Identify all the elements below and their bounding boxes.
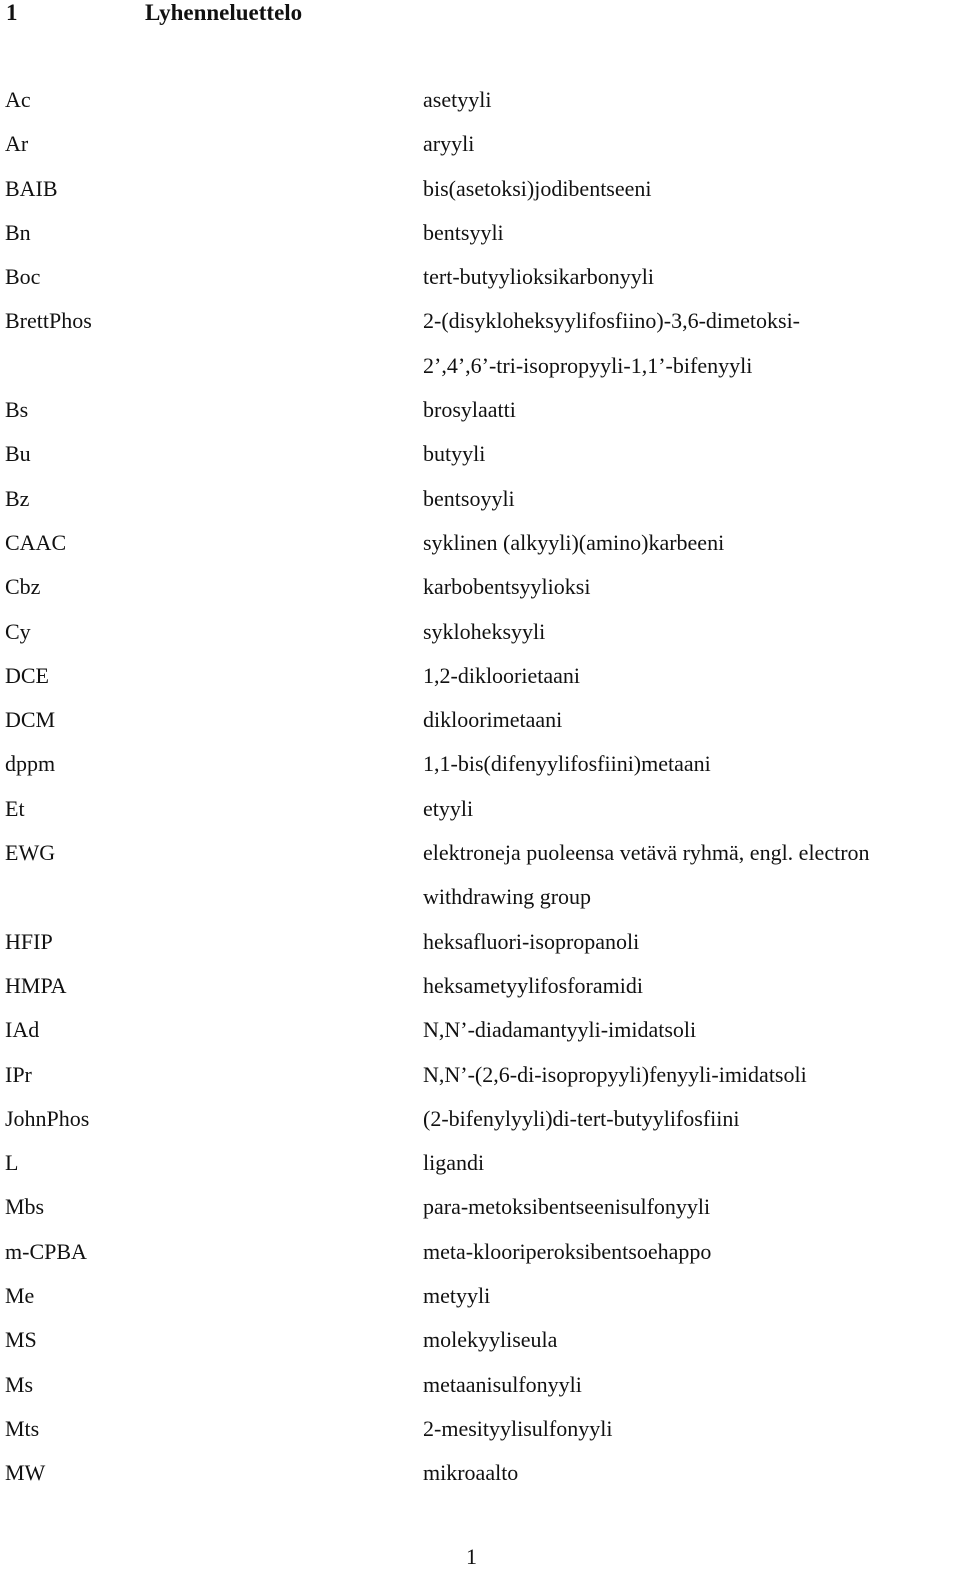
abbreviation-term: Me xyxy=(5,1283,35,1309)
abbreviation-row: IAd N,N’-diadamantyyli-imidatsoli xyxy=(0,1016,960,1060)
abbreviation-term: IAd xyxy=(5,1017,40,1043)
abbreviation-list: Ac asetyyli Ar aryyli BAIB bis(asetoksi)jodib… xyxy=(0,86,960,1504)
abbreviation-term: MS xyxy=(5,1327,37,1353)
section-title: Lyhenneluettelo xyxy=(145,0,303,25)
abbreviation-definition: molekyyliseula xyxy=(423,1327,558,1353)
abbreviation-row: EWG elektroneja puoleensa vetävä ryhmä, e… xyxy=(0,839,960,883)
abbreviation-definition: bentsoyyli xyxy=(423,485,515,511)
abbreviation-definition: bentsyyli xyxy=(423,219,504,245)
section-heading: 1 Lyhenneluettelo xyxy=(0,0,960,26)
abbreviation-term: HMPA xyxy=(5,972,67,998)
abbreviation-definition: withdrawing group xyxy=(423,884,592,910)
abbreviation-row: Ac asetyyli xyxy=(0,86,960,130)
abbreviation-row: MS molekyyliseula xyxy=(0,1326,960,1370)
abbreviation-row: Bs brosylaatti xyxy=(0,396,960,440)
abbreviation-row: JohnPhos (2-bifenylyyli)di-tert-butyylifo… xyxy=(0,1105,960,1149)
abbreviation-row: Bu butyyli xyxy=(0,440,960,484)
abbreviation-row: Boc tert-butyylioksikarbonyyli xyxy=(0,263,960,307)
abbreviation-definition: etyyli xyxy=(423,795,474,821)
abbreviation-term: Bu xyxy=(5,441,31,467)
abbreviation-term: HFIP xyxy=(5,928,53,954)
abbreviation-term: Bs xyxy=(5,397,29,423)
abbreviation-term: m-CPBA xyxy=(5,1238,87,1264)
abbreviation-row: Mts 2-mesityylisulfonyyli xyxy=(0,1415,960,1459)
abbreviation-row: DCM dikloorimetaani xyxy=(0,706,960,750)
abbreviation-row: Bz bentsoyyli xyxy=(0,485,960,529)
abbreviation-term: Mts xyxy=(5,1415,40,1441)
abbreviation-term: Mbs xyxy=(5,1194,45,1220)
abbreviation-term: Cbz xyxy=(5,574,41,600)
abbreviation-definition: metyyli xyxy=(423,1283,491,1309)
abbreviation-row: Et etyyli xyxy=(0,795,960,839)
abbreviation-definition: syklinen (alkyyli)(amino)karbeeni xyxy=(423,529,725,555)
abbreviation-definition: mikroaalto xyxy=(423,1460,519,1486)
abbreviation-term: BAIB xyxy=(5,175,58,201)
abbreviation-term: JohnPhos xyxy=(5,1105,90,1131)
abbreviation-term: Bz xyxy=(5,485,30,511)
abbreviation-definition: tert-butyylioksikarbonyyli xyxy=(423,264,654,290)
abbreviation-term: DCE xyxy=(5,662,49,688)
abbreviation-definition: bis(asetoksi)jodibentseeni xyxy=(423,175,652,201)
abbreviation-row: Cbz karbobentsyylioksi xyxy=(0,573,960,617)
abbreviation-term: Et xyxy=(5,795,25,821)
abbreviation-definition: aryyli xyxy=(423,131,475,157)
abbreviation-row: Bn bentsyyli xyxy=(0,219,960,263)
abbreviation-definition: para-metoksibentseenisulfonyyli xyxy=(423,1194,711,1220)
abbreviation-definition: N,N’-(2,6-di-isopropyyli)fenyyli-imidats… xyxy=(423,1061,807,1087)
abbreviation-term: MW xyxy=(5,1460,46,1486)
abbreviation-definition: karbobentsyylioksi xyxy=(423,574,591,600)
abbreviation-row: Mbs para-metoksibentseenisulfonyyli xyxy=(0,1193,960,1237)
abbreviation-row: dppm 1,1-bis(difenyylifosfiini)metaani xyxy=(0,750,960,794)
abbreviation-definition: metaanisulfonyyli xyxy=(423,1371,582,1397)
abbreviation-definition: 2-mesityylisulfonyyli xyxy=(423,1415,613,1441)
abbreviation-definition: butyyli xyxy=(423,441,486,467)
abbreviation-row: CAAC syklinen (alkyyli)(amino)karbeeni xyxy=(0,529,960,573)
abbreviation-definition: meta-klooriperoksibentsoehappo xyxy=(423,1238,712,1264)
abbreviation-definition: heksafluori-isopropanoli xyxy=(423,928,640,954)
abbreviation-row: Lligandi xyxy=(0,1149,960,1193)
section-number: 1 xyxy=(6,0,18,25)
abbreviation-row: Me metyyli xyxy=(0,1282,960,1326)
abbreviation-term: Boc xyxy=(5,264,41,290)
abbreviation-term: dppm xyxy=(5,751,56,777)
abbreviation-row: m-CPBA meta-klooriperoksibentsoehappo xyxy=(0,1238,960,1282)
abbreviation-term: Bn xyxy=(5,219,31,245)
abbreviation-term: Ac xyxy=(5,87,31,112)
abbreviation-definition: (2-bifenylyyli)di-tert-butyylifosfiini xyxy=(423,1105,740,1131)
abbreviation-term: BrettPhos xyxy=(5,308,92,334)
abbreviation-row: Cy sykloheksyyli xyxy=(0,618,960,662)
abbreviation-definition: sykloheksyyli xyxy=(423,618,546,644)
abbreviation-row: MW mikroaalto xyxy=(0,1459,960,1503)
abbreviation-row-continuation: withdrawing group xyxy=(0,883,960,927)
abbreviation-definition: elektroneja puoleensa vetävä ryhmä, engl… xyxy=(423,840,870,866)
abbreviation-row-continuation: 2’,4’,6’-tri-isopropyyli-1,1’-bifenyyli xyxy=(0,352,960,396)
abbreviation-term: Ar xyxy=(5,131,29,157)
page-number: 1 xyxy=(466,1544,477,1569)
abbreviation-definition: N,N’-diadamantyyli-imidatsoli xyxy=(423,1017,697,1043)
abbreviation-row: BrettPhos 2-(disykloheksyylifosfiino)-3,6… xyxy=(0,307,960,351)
abbreviation-row: Ms metaanisulfonyyli xyxy=(0,1371,960,1415)
abbreviation-term: Ms xyxy=(5,1371,34,1397)
abbreviation-term: IPr xyxy=(5,1061,32,1087)
abbreviation-term: Cy xyxy=(5,618,31,644)
abbreviation-definition: heksametyylifosforamidi xyxy=(423,972,643,998)
abbreviation-definition: brosylaatti xyxy=(423,397,516,423)
abbreviation-definition: dikloorimetaani xyxy=(423,707,563,733)
abbreviation-row: DCE 1,2-dikloorietaani xyxy=(0,662,960,706)
abbreviation-term: L xyxy=(5,1150,19,1176)
abbreviation-term: CAAC xyxy=(5,529,67,555)
abbreviation-definition: 2-(disykloheksyylifosfiino)-3,6-dimetoks… xyxy=(423,308,801,334)
abbreviation-definition: 1,1-bis(difenyylifosfiini)metaani xyxy=(423,751,711,777)
abbreviation-row: IPr N,N’-(2,6-di-isopropyyli)fenyyli-imid… xyxy=(0,1061,960,1105)
abbreviation-term: EWG xyxy=(5,840,56,866)
abbreviation-definition: ligandi xyxy=(423,1150,485,1176)
abbreviation-term: DCM xyxy=(5,707,56,733)
abbreviation-row: Ar aryyli xyxy=(0,130,960,174)
abbreviation-definition: 2’,4’,6’-tri-isopropyyli-1,1’-bifenyyli xyxy=(423,352,753,378)
abbreviation-row: HFIP heksafluori-isopropanoli xyxy=(0,928,960,972)
abbreviation-definition: asetyyli xyxy=(423,87,492,112)
abbreviation-row: BAIB bis(asetoksi)jodibentseeni xyxy=(0,175,960,219)
abbreviation-row: HMPA heksametyylifosforamidi xyxy=(0,972,960,1016)
abbreviation-definition: 1,2-dikloorietaani xyxy=(423,662,581,688)
